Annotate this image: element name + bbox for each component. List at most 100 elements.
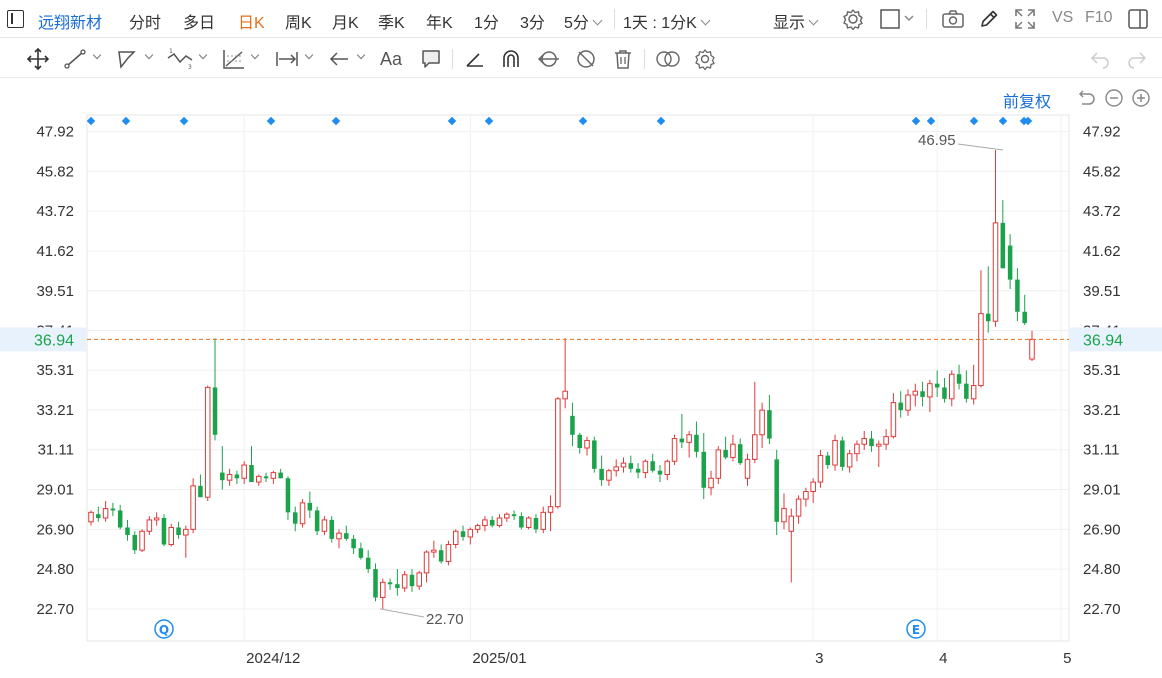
wave-tool-icon[interactable]: 1 3 (166, 48, 194, 70)
y-tick-label-left: 43.72 (36, 203, 74, 220)
tab-5min[interactable]: 5分 (564, 9, 603, 33)
line-tool-icon[interactable] (64, 48, 86, 70)
stock-name[interactable]: 远翔新材 (38, 9, 102, 33)
camera-icon[interactable] (941, 9, 965, 29)
chevron-down-icon[interactable] (250, 50, 260, 60)
y-tick-label-left: 35.31 (36, 362, 74, 379)
x-tick-label: 3 (815, 650, 823, 667)
y-tick-label-right: 29.01 (1083, 481, 1121, 498)
candle-body-down (519, 516, 524, 528)
fibonacci-tool-icon[interactable] (222, 48, 246, 70)
interval-selector[interactable]: 1天 : 1分K (623, 9, 711, 33)
candle-body-up (146, 519, 153, 532)
event-marker-diamond[interactable] (266, 116, 276, 126)
current-price-label-right: 36.94 (1083, 332, 1123, 349)
tab-daily-k[interactable]: 日K (238, 9, 265, 33)
candle-body-down (373, 569, 378, 598)
candle-body-up (978, 313, 984, 387)
candle-body-down (650, 461, 655, 471)
event-marker-diamond[interactable] (998, 116, 1008, 126)
chevron-down-icon[interactable] (198, 50, 208, 60)
candle-body-up (905, 394, 911, 411)
candle-body-down (956, 374, 962, 384)
candle-body-down (234, 474, 240, 479)
tab-monthly-k[interactable]: 月K (332, 9, 359, 33)
candle-body-up (423, 551, 430, 574)
event-badge-label[interactable]: Q (159, 623, 169, 637)
event-marker-diamond[interactable] (578, 116, 588, 126)
color-picker-icon[interactable] (880, 9, 916, 29)
pencil-icon[interactable] (978, 8, 1000, 30)
candle-body-up (912, 390, 919, 396)
y-tick-label-right: 43.72 (1083, 203, 1121, 220)
y-tick-label-right: 45.82 (1083, 163, 1121, 180)
candle-body-down (438, 550, 444, 562)
event-marker-diamond[interactable] (86, 116, 96, 126)
y-tick-label-left: 24.80 (36, 561, 74, 578)
overlay-compare-icon[interactable] (655, 48, 681, 70)
tab-3min[interactable]: 3分 (520, 9, 545, 33)
vs-compare-button[interactable]: VS (1052, 9, 1073, 27)
candlestick-chart[interactable]: 47.9245.8243.7241.6239.5137.4135.3133.21… (0, 100, 1162, 678)
comment-tool-icon[interactable] (420, 48, 442, 70)
candle-body-up (496, 517, 503, 527)
candle-body-up (781, 508, 787, 523)
x-tick-label: 2025/01 (472, 650, 526, 667)
candle-body-up (686, 434, 692, 443)
x-tick-label: 4 (939, 650, 947, 667)
event-marker-diamond[interactable] (484, 116, 494, 126)
arrow-tool-icon[interactable] (328, 48, 350, 70)
tab-multi-day[interactable]: 多日 (183, 9, 215, 33)
candle-body-up (846, 453, 853, 468)
event-marker-diamond[interactable] (969, 116, 979, 126)
display-menu[interactable]: 显示 (773, 9, 819, 33)
candle-body-down (198, 485, 203, 498)
polygon-tool-icon[interactable] (116, 48, 138, 70)
fullscreen-icon[interactable] (1014, 8, 1036, 30)
candle-body-up (139, 530, 145, 551)
event-marker-diamond[interactable] (911, 116, 921, 126)
candle-body-down (460, 531, 466, 537)
redo-icon[interactable] (1125, 48, 1149, 70)
tab-yearly-k[interactable]: 年K (426, 9, 453, 33)
tab-quarterly-k[interactable]: 季K (378, 9, 405, 33)
chevron-down-icon[interactable] (92, 50, 102, 60)
event-marker-diamond[interactable] (121, 116, 131, 126)
candle-body-down (329, 519, 334, 539)
event-badge-label[interactable]: E (912, 623, 920, 637)
side-panel-icon[interactable] (1127, 8, 1149, 30)
tab-intraday[interactable]: 分时 (129, 9, 161, 33)
tab-1min[interactable]: 1分 (474, 9, 499, 33)
toolbar-settings-icon[interactable] (694, 48, 716, 70)
candle-body-up (832, 439, 838, 466)
chevron-down-icon[interactable] (304, 50, 314, 60)
sidebar-toggle-icon[interactable] (7, 10, 24, 28)
undo-icon[interactable] (1088, 48, 1112, 70)
candle-body-down (344, 533, 349, 539)
f10-button[interactable]: F10 (1085, 9, 1113, 27)
event-marker-diamond[interactable] (331, 116, 341, 126)
hide-drawings-icon[interactable] (575, 48, 597, 70)
magnet-icon[interactable] (500, 48, 522, 70)
angle-tool-icon[interactable] (464, 48, 486, 70)
chevron-down-icon[interactable] (144, 50, 154, 60)
event-marker-diamond[interactable] (926, 116, 936, 126)
event-marker-diamond[interactable] (447, 116, 457, 126)
candle-body-down (774, 459, 779, 522)
tab-weekly-k[interactable]: 周K (285, 9, 312, 33)
trash-icon[interactable] (612, 48, 634, 70)
event-marker-diamond[interactable] (656, 116, 666, 126)
y-tick-label-right: 24.80 (1083, 561, 1121, 578)
event-marker-diamond[interactable] (179, 116, 189, 126)
candle-body-down (701, 451, 707, 488)
settings-gear-icon[interactable] (842, 8, 864, 30)
candle-body-up (620, 462, 627, 468)
chevron-down-icon[interactable] (356, 50, 366, 60)
candle-body-up (540, 511, 547, 530)
range-measure-icon[interactable] (274, 48, 300, 70)
sync-drawings-icon[interactable] (537, 48, 561, 70)
move-icon[interactable] (27, 48, 49, 70)
candle-body-up (431, 549, 437, 553)
text-tool-icon[interactable]: Aa (380, 49, 402, 71)
candle-body-up (88, 511, 94, 523)
